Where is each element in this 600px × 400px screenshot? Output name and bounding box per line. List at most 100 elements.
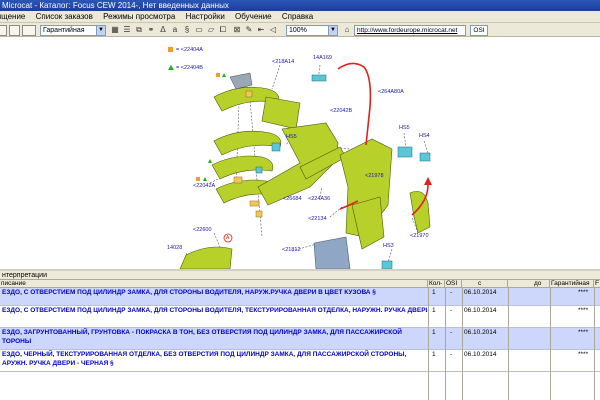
row-qty: 1 [432,329,436,336]
callout-marker-label: A [226,235,230,241]
column-header-to[interactable]: до [508,280,550,288]
list-icon[interactable]: ☰ [122,25,132,35]
print-button[interactable] [22,25,36,36]
row-from: 06.10.2014 [464,329,497,336]
door-handle-part[interactable] [213,130,282,156]
row-warranty: **** [578,351,589,358]
menu-item-training[interactable]: Обучение [231,11,276,22]
row-description-line-2: АРУЖН. РУЧКА ДВЕРИ - ЧЕРНАЯ § [2,360,114,367]
column-header-osi[interactable]: OSI [445,280,462,288]
latch-part[interactable] [409,191,431,234]
part-label[interactable]: 14A169 [313,55,332,61]
clip-part[interactable] [249,200,260,207]
parts-panel-title: нтерпретации [0,271,600,280]
legend-orange-label: = <22404A [176,47,203,53]
part-label[interactable]: <22042A [193,183,215,189]
column-header-description[interactable]: писание [0,280,428,288]
browse-icon[interactable]: ⧉ [134,25,144,35]
parts-diagram[interactable]: = <22404A = <22404B <218A14 14A169 <264A… [0,37,600,269]
part-label[interactable]: <22042B [330,108,352,114]
part-label[interactable]: HS5 [286,134,297,140]
open-folder-icon[interactable]: ▱ [206,25,216,35]
osi-button[interactable]: OSI [470,25,488,36]
chevron-down-icon: ▼ [328,26,337,35]
actuator-part[interactable] [313,236,351,269]
lock-housing-part[interactable] [351,196,385,250]
part-label[interactable]: <26684 [283,196,302,202]
menu-item-settings[interactable]: Настройки [182,11,229,22]
clip-part[interactable] [255,210,263,218]
part-label[interactable]: HS5 [399,125,410,131]
row-description-line-1: ЕЗДО, ЧЕРНЫЙ, ТЕКСТУРИРОВАННАЯ ОТДЕЛКА, … [2,351,407,358]
screw-part[interactable] [381,260,393,269]
parts-panel-title-text: нтерпретации [2,272,47,279]
column-header-f[interactable]: F [594,280,600,288]
first-page-icon[interactable]: ⇤ [256,25,266,35]
pencil-icon[interactable]: ✎ [244,25,254,35]
table-row[interactable]: ЕЗДО, ЗАГРУНТОВАННЫЙ, ГРУНТОВКА - ПОКРАС… [0,328,600,350]
menu-item-view-modes[interactable]: Режимы просмотра [99,11,179,22]
red-arrow-icon [424,177,432,185]
column-header-qty[interactable]: Кол- [428,280,445,288]
part-label[interactable]: HS3 [383,243,394,249]
table-row[interactable]: ЕЗДО, С ОТВЕРСТИЕМ ПОД ЦИЛИНДР ЗАМКА, ДЛ… [0,288,600,306]
zoom-select[interactable]: 100% ▼ [286,25,338,36]
orange-square-icon [216,73,220,77]
part-label[interactable]: <218A14 [272,59,294,65]
previous-page-icon[interactable]: ◁ [268,25,278,35]
folder-icon[interactable]: ▭ [194,25,204,35]
part-label[interactable]: <21812 [282,247,301,253]
clip-part[interactable] [245,90,253,98]
column-divider [550,288,551,400]
find-text-icon[interactable]: ᐃ [158,25,168,35]
row-osi: - [450,289,453,296]
menu-item-exit[interactable]: Выщение [0,11,29,22]
copy-icon[interactable]: ⧠ [218,25,228,35]
table-row[interactable]: ЕЗДО, ЧЕРНЫЙ, ТЕКСТУРИРОВАННАЯ ОТДЕЛКА, … [0,350,600,372]
home-icon[interactable]: ⌂ [342,25,352,35]
mode-select[interactable]: Гарантийная ▼ [40,25,106,36]
row-from: 06.10.2014 [464,289,497,296]
forward-button[interactable] [9,25,20,36]
back-button[interactable] [0,25,7,36]
toolbar: Гарантийная ▼ ▦ ☰ ⧉ ⚭ ᐃ a § ▭ ▱ ⧠ ⊠ ✎ ⇤ … [0,23,600,37]
release-cable-part[interactable] [337,62,372,146]
cancel-icon[interactable]: ⊠ [232,25,242,35]
binoculars-icon[interactable]: ⚭ [146,25,156,35]
row-qty: 1 [432,307,436,314]
column-header-warranty[interactable]: Гарантийная [550,280,594,288]
table-row[interactable]: ЕЗДО, С ОТВЕРСТИЕМ ПОД ЦИЛИНДР ЗАМКА, ДЛ… [0,306,600,328]
chevron-down-icon: ▼ [96,26,105,35]
lock-cylinder-part[interactable] [397,146,413,158]
parts-table: ЕЗДО, С ОТВЕРСТИЕМ ПОД ЦИЛИНДР ЗАМКА, ДЛ… [0,288,600,400]
parts-table-header: писание Кол- OSI с до Гарантийная F [0,280,600,288]
handle-bracket-part[interactable] [261,96,301,130]
cable-clip-part[interactable] [311,74,327,82]
part-label[interactable]: <21978 [365,173,384,179]
grid-icon[interactable]: ▦ [110,25,120,35]
catalog-url-link[interactable]: http://www.fordeurope.microcat.net [354,25,466,36]
text-icon[interactable]: a [170,25,180,35]
door-handle-part[interactable] [179,246,233,269]
menu-item-order-list[interactable]: Список заказов [32,11,97,22]
green-triangle-icon [208,159,212,163]
cap-part[interactable] [229,72,253,90]
part-label[interactable]: <22600 [193,227,212,233]
part-number-icon[interactable]: § [182,25,192,35]
clip-part[interactable] [233,176,243,184]
part-label[interactable]: <224A36 [308,196,330,202]
door-handle-part[interactable] [211,155,274,180]
column-divider [508,288,509,400]
part-label[interactable]: <22134 [308,216,327,222]
part-label[interactable]: <21970 [410,233,429,239]
part-label[interactable]: 14028 [167,245,182,251]
lock-cylinder-part[interactable] [419,152,431,162]
part-label[interactable]: HS4 [419,133,430,139]
part-label[interactable]: <264A80A [378,89,404,95]
screw-part[interactable] [255,166,263,174]
mode-select-value: Гарантийная [43,27,85,34]
menu-item-help[interactable]: Справка [278,11,317,22]
column-divider [462,288,463,400]
screw-part[interactable] [271,142,281,152]
column-header-from[interactable]: с [462,280,508,288]
